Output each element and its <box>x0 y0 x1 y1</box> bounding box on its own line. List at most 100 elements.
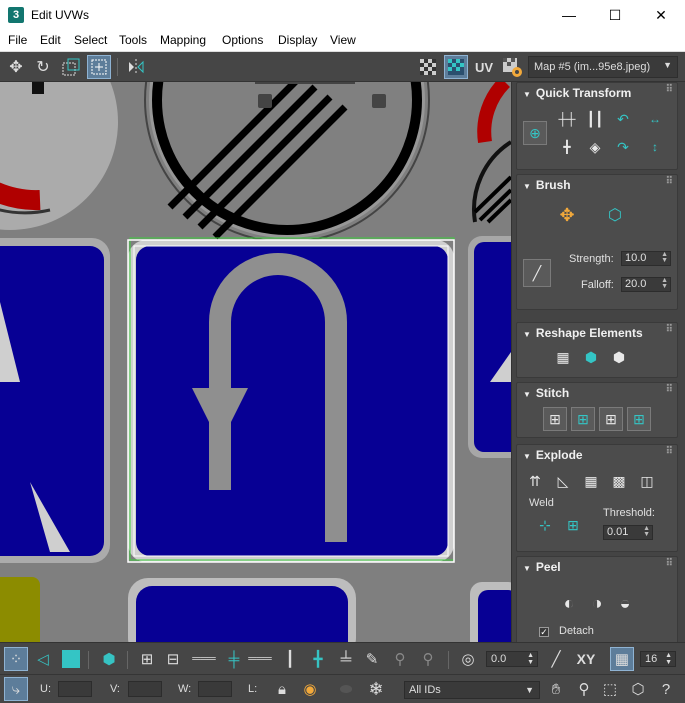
weld-target-icon[interactable]: ⊞ <box>561 513 585 537</box>
flatten-by-material-icon[interactable]: ◺ <box>551 469 575 493</box>
ring-select-icon[interactable]: ╋ <box>306 647 330 671</box>
menu-display[interactable]: Display <box>278 33 317 47</box>
mirror-icon[interactable] <box>124 55 148 79</box>
reshape-title: Reshape Elements <box>535 326 643 340</box>
straighten-icon[interactable]: ◈ <box>583 135 607 159</box>
brush-line-icon[interactable]: ╱ <box>523 259 551 287</box>
material-id-select[interactable]: All IDs ▼ <box>404 681 540 699</box>
polygon-mode-icon[interactable] <box>59 647 83 671</box>
align-horizontal-icon[interactable]: ┼┼ <box>555 107 579 131</box>
reset-peel-icon[interactable]: ◒ <box>613 591 637 615</box>
caret-down-icon: ▼ <box>523 330 531 339</box>
edge-mode-icon[interactable]: ◁ <box>31 647 55 671</box>
paint-select-shrink-icon[interactable]: ⚲ <box>416 647 440 671</box>
menu-edit[interactable]: Edit <box>40 33 61 47</box>
pan-icon[interactable]: ✋︎ <box>544 677 568 701</box>
rotate-ccw-icon[interactable]: ↶ <box>611 107 635 131</box>
hide-icon[interactable]: ⬬ <box>334 677 358 701</box>
menu-options[interactable]: Options <box>222 33 263 47</box>
loop-grow-icon[interactable]: ═══ <box>192 647 216 671</box>
rollout-stitch: ▼ Stitch ⠿ ⊞ ⊞ ⊞ ⊞ <box>516 382 678 438</box>
bottom-toolbar-selection: ⁘ ◁ ⬢ ⊞ ⊟ ═══ ╪ ═══ ┃ ╋ ╧ ✎ ⚲ ⚲ ◎ 0.0 ▲ ▼ … <box>0 642 685 674</box>
close-button[interactable]: ✕ <box>638 0 684 30</box>
rollout-header[interactable]: ▼ Stitch ⠿ <box>517 383 677 401</box>
help-icon[interactable]: ? <box>654 677 678 701</box>
stitch-to-source-icon[interactable]: ⊞ <box>571 407 595 431</box>
show-hidden-icon[interactable]: ◉ <box>298 677 322 701</box>
relax-brush-icon[interactable]: ⬡ <box>603 203 627 227</box>
grid-snap-icon[interactable]: ▦ <box>610 647 634 671</box>
threshold-spinner[interactable]: 0.01 ▲ ▼ <box>603 525 653 540</box>
checker-pattern-icon[interactable] <box>416 55 440 79</box>
align-vertical-icon[interactable]: ┃┃ <box>583 107 607 131</box>
angle-field[interactable]: 0.0 ▲ ▼ <box>486 651 538 667</box>
paint-select-grow-icon[interactable]: ⚲ <box>388 647 412 671</box>
menu-view[interactable]: View <box>330 33 356 47</box>
map-select-dropdown[interactable]: Map #5 (im...95e8.jpeg) ▼ <box>528 56 678 78</box>
map-settings-icon[interactable] <box>500 55 524 79</box>
grid-size-field[interactable]: 16 ▲ ▼ <box>640 651 676 667</box>
vertex-mode-icon[interactable]: ⁘ <box>4 647 28 671</box>
rotate-cw-icon[interactable]: ↷ <box>611 135 635 159</box>
relax-icon[interactable]: ⬢ <box>607 345 631 369</box>
uv-viewport[interactable] <box>0 82 511 642</box>
flatten-by-smoothing-icon[interactable]: ⇈ <box>523 469 547 493</box>
rotate-icon[interactable]: ↻ <box>31 55 55 79</box>
align-vertical-center-icon[interactable]: ╋ <box>555 135 579 159</box>
falloff-spinner[interactable]: 20.0 ▲ ▼ <box>621 277 671 292</box>
xy-axis-button[interactable]: XY <box>572 647 600 671</box>
detach-edge-icon[interactable]: ◫ <box>635 469 659 493</box>
v-field[interactable] <box>128 681 162 697</box>
rollout-header[interactable]: ▼ Reshape Elements ⠿ <box>517 323 677 341</box>
space-horizontal-icon[interactable]: ↔ <box>643 107 667 131</box>
ring-grow-icon[interactable]: ╪ <box>222 647 246 671</box>
rollout-header[interactable]: ▼ Brush ⠿ <box>517 175 677 193</box>
loop-shrink-icon[interactable]: ═══ <box>248 647 272 671</box>
freeze-icon[interactable]: ❄ <box>364 677 388 701</box>
slice-line-icon[interactable]: ╱ <box>544 647 568 671</box>
shrink-selection-icon[interactable]: ⊟ <box>161 647 185 671</box>
pivot-icon[interactable]: ◎ <box>456 647 480 671</box>
stitch-average-icon[interactable]: ⊞ <box>599 407 623 431</box>
menu-mapping[interactable]: Mapping <box>160 33 206 47</box>
freeform-icon[interactable] <box>87 55 111 79</box>
grid-straighten-icon[interactable]: ▦ <box>551 345 575 369</box>
stitch-to-target-icon[interactable]: ⊞ <box>627 407 651 431</box>
element-mode-icon[interactable]: ⬢ <box>97 647 121 671</box>
align-center-icon[interactable]: ⊕ <box>523 121 547 145</box>
absolute-offset-icon[interactable]: ⤷ <box>4 677 28 701</box>
zoom-region-icon[interactable]: ⬚ <box>598 677 622 701</box>
zoom-icon[interactable]: ⚲ <box>572 677 596 701</box>
strength-spinner[interactable]: 10.0 ▲ ▼ <box>621 251 671 266</box>
rollout-header[interactable]: ▼ Quick Transform ⠿ <box>517 83 677 101</box>
grow-selection-icon[interactable]: ⊞ <box>135 647 159 671</box>
menu-file[interactable]: File <box>8 33 27 47</box>
minimize-button[interactable]: — <box>546 0 592 30</box>
detach-checkbox[interactable]: ✓ <box>539 627 549 637</box>
menu-tools[interactable]: Tools <box>119 33 147 47</box>
flatten-by-polygon-icon[interactable]: ▦ <box>579 469 603 493</box>
paint-select-icon[interactable]: ╧ <box>334 647 358 671</box>
menu-select[interactable]: Select <box>74 33 107 47</box>
weld-selected-icon[interactable]: ⊹ <box>533 513 557 537</box>
move-icon[interactable]: ✥ <box>4 55 28 79</box>
brush-select-icon[interactable]: ✎ <box>360 647 384 671</box>
w-field[interactable] <box>198 681 232 697</box>
peel-mode-icon[interactable]: ◑ <box>585 591 609 615</box>
lock-icon[interactable]: 🔒︎ <box>270 677 294 701</box>
maximize-button[interactable]: ☐ <box>592 0 638 30</box>
paint-move-icon[interactable]: ✥ <box>555 203 579 227</box>
u-field[interactable] <box>58 681 92 697</box>
space-vertical-icon[interactable]: ↕ <box>643 135 667 159</box>
relax-until-flat-icon[interactable]: ⬢ <box>579 345 603 369</box>
stitch-custom-icon[interactable]: ⊞ <box>543 407 567 431</box>
break-icon[interactable]: ▩ <box>607 469 631 493</box>
scale-icon[interactable] <box>59 55 83 79</box>
quick-peel-icon[interactable]: ◐ <box>557 591 581 615</box>
zoom-extents-icon[interactable]: ⬡ <box>626 677 650 701</box>
rollout-header[interactable]: ▼ Explode ⠿ <box>517 445 677 463</box>
rollout-header[interactable]: ▼ Peel ⠿ <box>517 557 677 575</box>
show-map-icon[interactable] <box>444 55 468 79</box>
uv-toggle-button[interactable]: UV <box>472 55 496 79</box>
loop-select-icon[interactable]: ┃ <box>278 647 302 671</box>
